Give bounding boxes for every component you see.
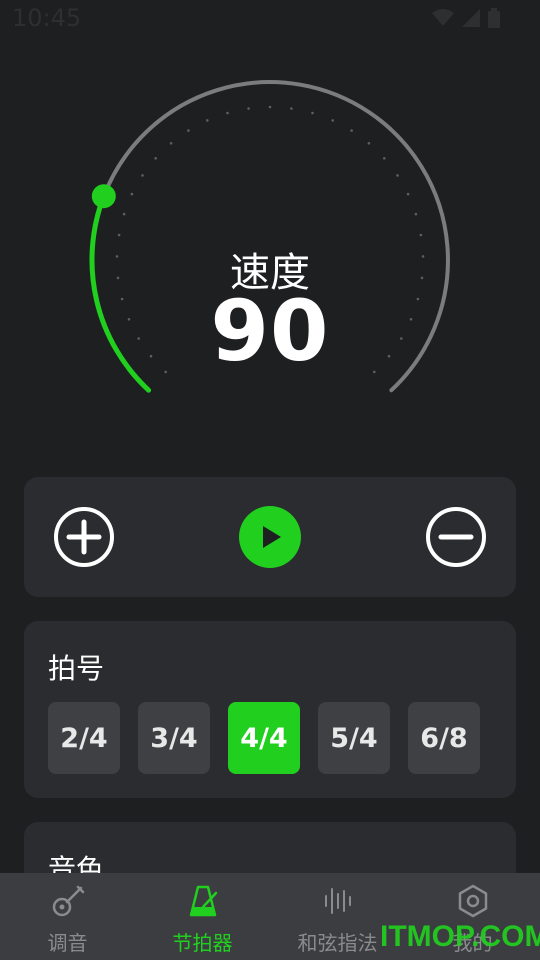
- dial-tick: [290, 107, 293, 110]
- dial-tick: [367, 142, 371, 145]
- metronome-icon: [189, 885, 217, 917]
- dial-tick: [350, 129, 353, 132]
- dial-tick: [419, 233, 423, 237]
- play-button[interactable]: [239, 506, 301, 568]
- decrease-tempo-button[interactable]: [426, 507, 486, 567]
- dial-tick: [311, 111, 314, 115]
- dial-tick: [268, 105, 272, 109]
- time-signature-card: 拍号 2/4 3/4 4/4 5/4 6/8: [24, 621, 516, 798]
- waveform-icon: [324, 888, 351, 914]
- minus-circle-icon: [426, 507, 486, 567]
- wifi-icon: [432, 9, 454, 26]
- time-signature-option[interactable]: 2/4: [48, 702, 120, 774]
- status-time: 10:45: [12, 4, 82, 32]
- dial-tick: [117, 233, 121, 237]
- status-bar: 10:45: [0, 0, 540, 40]
- dial-tick: [206, 119, 209, 122]
- tab-tuner[interactable]: 调音: [0, 873, 135, 960]
- dial-tick: [141, 174, 144, 177]
- dial-tick: [247, 107, 250, 110]
- hexagon-settings-icon: [458, 884, 487, 918]
- dial-tick: [226, 111, 229, 115]
- dial-tick: [169, 142, 173, 145]
- time-signature-option[interactable]: 5/4: [318, 702, 390, 774]
- dial-tick: [187, 129, 190, 132]
- tab-label: 调音: [47, 931, 88, 955]
- dial-tick: [122, 212, 126, 216]
- dial-tick: [414, 212, 418, 216]
- increase-tempo-button[interactable]: [54, 507, 114, 567]
- plus-circle-icon: [54, 507, 114, 567]
- dial-tick: [130, 192, 134, 196]
- watermark: ITMOP.COM: [380, 920, 540, 953]
- time-signature-title: 拍号: [48, 652, 105, 685]
- dial-tick: [406, 192, 410, 196]
- time-signature-option[interactable]: 6/8: [408, 702, 480, 774]
- status-icons: [432, 8, 500, 28]
- signal-icon: [462, 9, 480, 27]
- time-signature-option-selected[interactable]: 4/4: [228, 702, 300, 774]
- tab-label: 节拍器: [172, 931, 233, 955]
- guitar-icon: [52, 885, 84, 917]
- tempo-controls-card: [24, 477, 516, 597]
- dial-tick: [383, 157, 386, 160]
- dial-knob: [91, 184, 116, 209]
- tab-metronome[interactable]: 节拍器: [135, 873, 270, 960]
- tempo-dial[interactable]: 速度 90: [0, 60, 540, 460]
- battery-icon: [488, 8, 500, 28]
- dial-tick: [331, 119, 335, 122]
- dial-tick: [396, 174, 399, 177]
- dial-tick: [154, 157, 157, 160]
- time-signature-options: 2/4 3/4 4/4 5/4 6/8: [48, 702, 480, 774]
- tempo-value: 90: [210, 282, 330, 380]
- time-signature-option[interactable]: 3/4: [138, 702, 210, 774]
